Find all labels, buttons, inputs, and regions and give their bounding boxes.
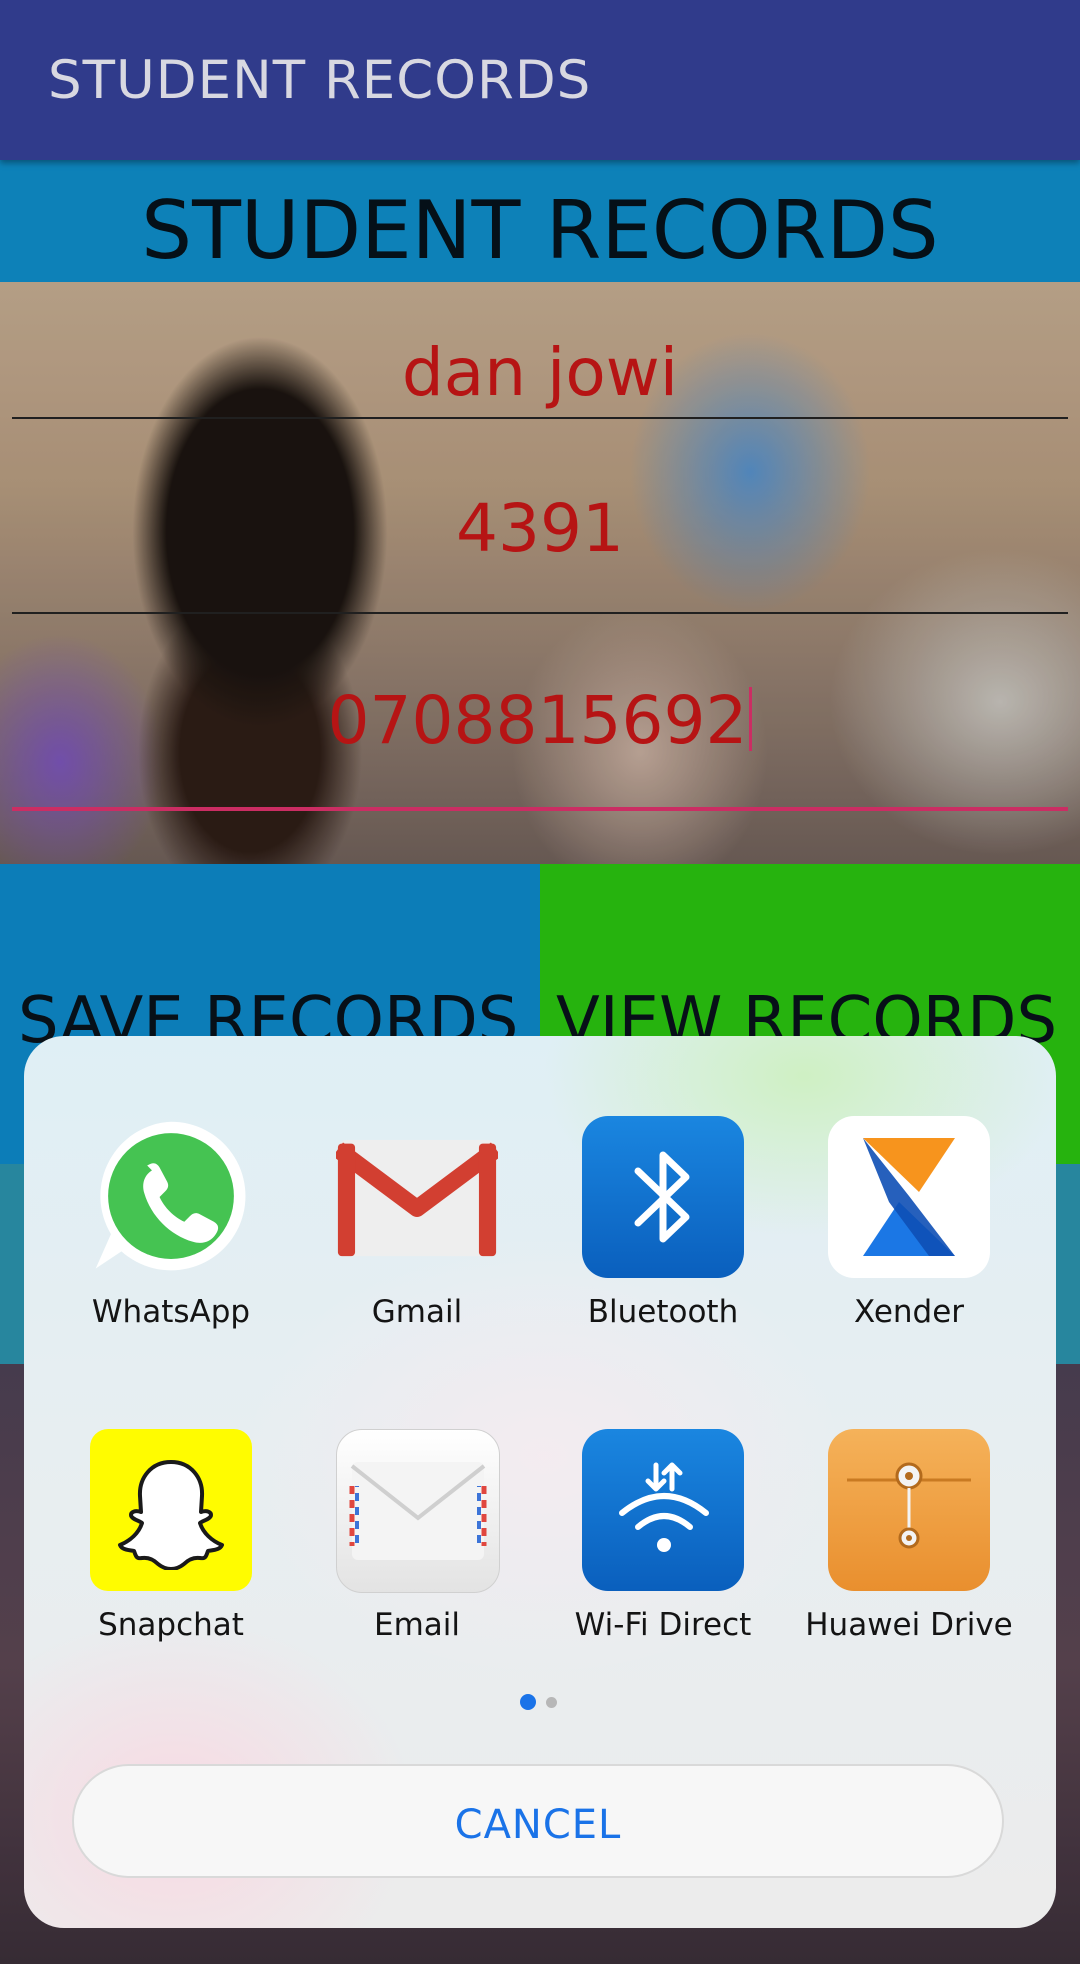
app-label: Huawei Drive — [805, 1607, 1013, 1643]
share-app-email[interactable]: Email — [294, 1389, 540, 1689]
page-dot-active — [520, 1694, 536, 1710]
share-app-gmail[interactable]: Gmail — [294, 1076, 540, 1376]
huawei-drive-icon — [828, 1429, 990, 1591]
app-label: Snapchat — [98, 1607, 244, 1643]
share-app-whatsapp[interactable]: WhatsApp — [48, 1076, 294, 1376]
app-label: Gmail — [371, 1294, 463, 1330]
app-label: Xender — [853, 1294, 965, 1330]
page-dot-inactive — [546, 1697, 557, 1708]
gmail-icon — [336, 1116, 498, 1278]
share-app-huawei-drive[interactable]: Huawei Drive — [786, 1389, 1032, 1689]
wifi-direct-icon — [582, 1429, 744, 1591]
share-app-wifi-direct[interactable]: Wi-Fi Direct — [540, 1389, 786, 1689]
xender-icon — [828, 1116, 990, 1278]
share-sheet: WhatsApp Gmail Bluetooth Xender Snapchat… — [24, 1036, 1056, 1928]
app-label: Email — [373, 1607, 460, 1643]
share-app-snapchat[interactable]: Snapchat — [48, 1389, 294, 1689]
snapchat-icon — [90, 1429, 252, 1591]
whatsapp-icon — [90, 1116, 252, 1278]
app-label: Bluetooth — [587, 1294, 739, 1330]
app-label: Wi-Fi Direct — [574, 1607, 752, 1643]
bluetooth-icon — [582, 1116, 744, 1278]
share-app-xender[interactable]: Xender — [786, 1076, 1032, 1376]
share-app-bluetooth[interactable]: Bluetooth — [540, 1076, 786, 1376]
app-label: WhatsApp — [91, 1294, 251, 1330]
cancel-button-label: CANCEL — [454, 1802, 622, 1848]
cancel-button[interactable]: CANCEL — [72, 1764, 1004, 1878]
page-indicator — [520, 1694, 560, 1710]
email-icon — [336, 1429, 500, 1593]
